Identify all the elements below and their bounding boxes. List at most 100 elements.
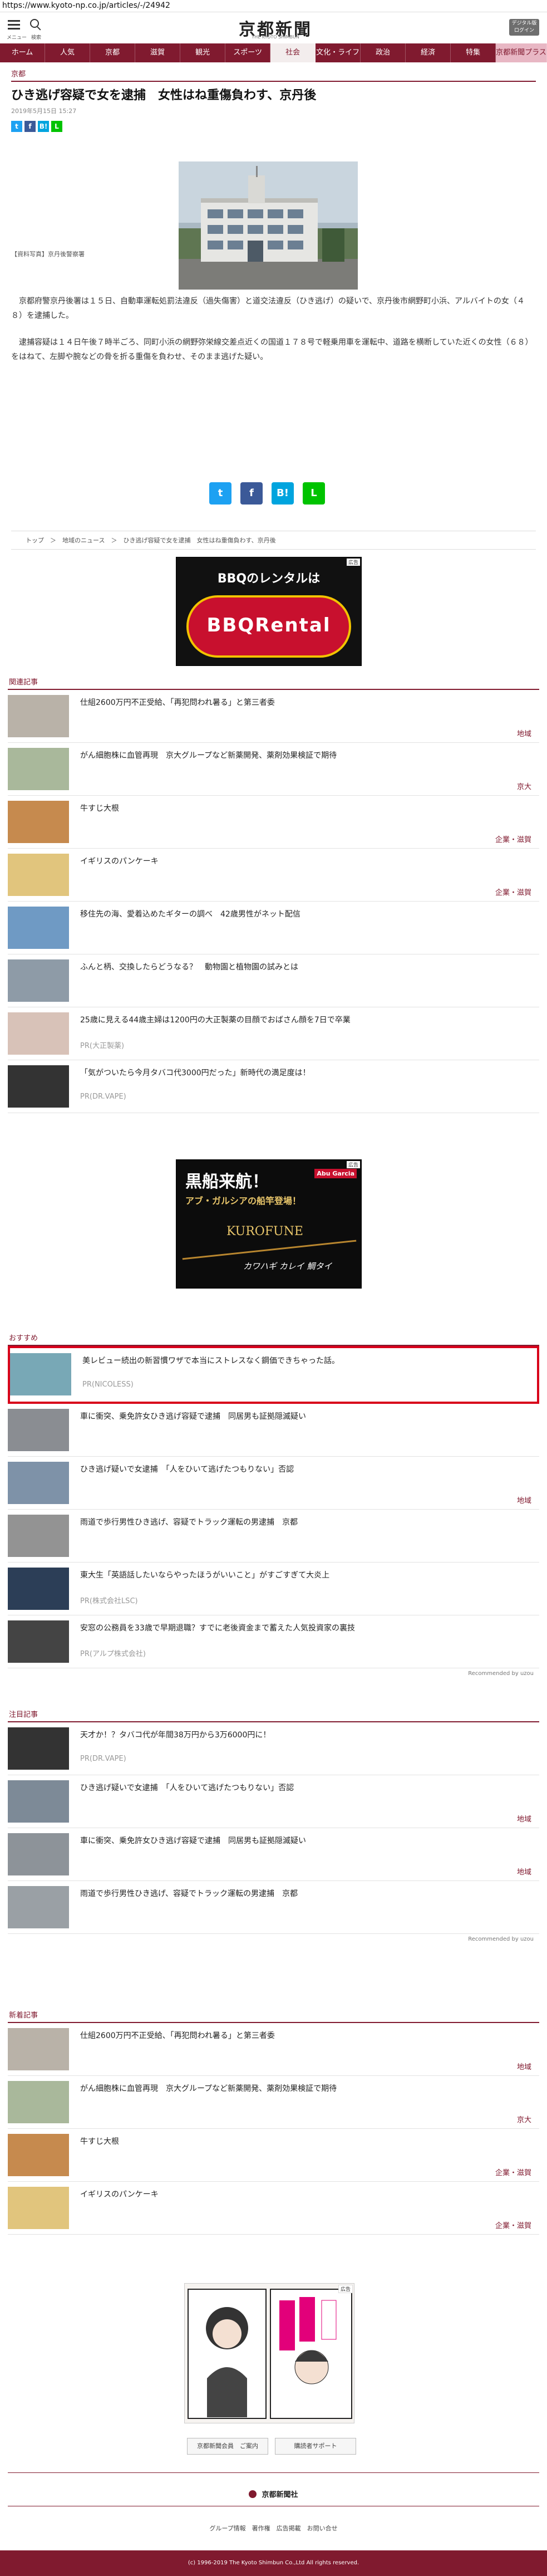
nav-item[interactable]: 社会 [270,43,316,62]
list-item-title[interactable]: 雨道で歩行男性ひき逃げ、容疑でトラック運転の男逮捕 京都 [80,1516,525,1529]
nav-item[interactable]: 経済 [406,43,451,62]
menu-label[interactable]: メニュー [7,33,27,41]
list-item-title[interactable]: 東大生「英語話したいならやったほうがいいこと」がすごすぎて大炎上 [80,1569,525,1581]
list-item-title[interactable]: 安窓の公務員を33歳で早期退職？すでに老後資金まで蓄えた人気投資家の裏技 [80,1622,525,1634]
hatena-share-button[interactable]: B! [272,482,294,505]
list-item-title[interactable]: 25歳に見える44歳主婦は1200円の大正製薬の目顔でおばさん顔を7日で卒業 [80,1014,525,1026]
list-item-category[interactable]: 企業・滋賀 [495,2167,531,2177]
list-item-category[interactable]: 地域 [517,728,531,738]
nav-item[interactable]: 京都新聞プラス [496,43,547,62]
list-item[interactable]: がん細胞株に血管再現 京大グループなど新薬開発、薬剤効果検証で期待京大 [8,2076,539,2129]
thumbnail-image[interactable] [8,1780,69,1823]
nav-item[interactable]: 観光 [180,43,226,62]
list-item[interactable]: がん細胞株に血管再現 京大グループなど新薬開発、薬剤効果検証で期待京大 [8,743,539,796]
thumbnail-image[interactable] [8,1886,69,1928]
list-item-title[interactable]: がん細胞株に血管再現 京大グループなど新薬開発、薬剤効果検証で期待 [80,2083,525,2095]
list-item-title[interactable]: ふんと柄、交換したらどうなる？ 動物園と植物園の試みとは [80,961,525,973]
list-item[interactable]: 「気がついたら今月タバコ代3000円だった」新時代の満足度は！ PR(DR.VAP… [8,1060,539,1113]
list-item-category[interactable]: 地域 [517,1813,531,1824]
twitter-share-button[interactable]: t [209,482,231,505]
list-item-category[interactable]: 地域 [517,1495,531,1505]
list-item-category[interactable]: 京大 [517,2114,531,2124]
nav-item[interactable]: 京都 [90,43,136,62]
ad-banner-bbq[interactable]: 広告 BBQのレンタルは BBQRental [176,557,362,666]
list-item-title[interactable]: イギリスのパンケーキ [80,855,525,868]
thumbnail-image[interactable] [8,1012,69,1055]
recommended-credit[interactable]: Recommended by uzou [8,1668,539,1679]
list-item[interactable]: 安窓の公務員を33歳で早期退職？すでに老後資金まで蓄えた人気投資家の裏技 PR(ア… [8,1615,539,1668]
list-item[interactable]: 25歳に見える44歳主婦は1200円の大正製薬の目顔でおばさん顔を7日で卒業 PR… [8,1007,539,1060]
thumbnail-image[interactable] [8,1409,69,1451]
thumbnail-image[interactable] [8,2081,69,2123]
line-share-button[interactable]: L [303,482,325,505]
list-item-title[interactable]: 「気がついたら今月タバコ代3000円だった」新時代の満足度は！ [80,1067,525,1079]
article-photo[interactable] [179,161,358,290]
menu-icon[interactable] [8,18,20,32]
list-item-category[interactable]: 地域 [517,1866,531,1877]
list-item-title[interactable]: 車に衝突、乗免許女ひき逃げ容疑で逮捕 同居男も証拠隠滅疑い [80,1835,525,1847]
list-item[interactable]: イギリスのパンケーキ企業・滋賀 [8,849,539,902]
list-item-title[interactable]: 移住先の海、愛着込めたギターの調べ 42歳男性がネット配信 [80,908,525,920]
list-item[interactable]: 美レビュー続出の新習慣ワザで本当にストレスなく鋼価できちゃった話。 PR(NICO… [8,1346,539,1404]
list-item-title[interactable]: 仕組2600万円不正受給、「再犯問われ暑る」と第三者委 [80,2030,525,2042]
thumbnail-image[interactable] [8,748,69,790]
hatena-share-button[interactable]: B! [38,121,49,132]
list-item[interactable]: 雨道で歩行男性ひき逃げ、容疑でトラック運転の男逮捕 京都 [8,1510,539,1563]
list-item[interactable]: 雨道で歩行男性ひき逃げ、容疑でトラック運転の男逮捕 京都 [8,1881,539,1934]
nav-item[interactable]: 人気 [45,43,91,62]
facebook-share-button[interactable]: f [24,121,36,132]
list-item-title[interactable]: ひき逃げ疑いで女逮捕 「人をひいて逃げたつもりない」否認 [80,1782,525,1794]
thumbnail-image[interactable] [8,1065,69,1108]
list-item-title[interactable]: 牛すじ大根 [80,2136,525,2148]
thumbnail-image[interactable] [8,801,69,843]
list-item-title[interactable]: 天才か！？タバコ代が年間38万円から3万6000円に！ [80,1729,525,1741]
list-item[interactable]: ふんと柄、交換したらどうなる？ 動物園と植物園の試みとは [8,954,539,1007]
list-item-title[interactable]: ひき逃げ疑いで女逮捕 「人をひいて逃げたつもりない」否認 [80,1463,525,1476]
digital-edition-button[interactable]: デジタル版 ログイン [509,19,539,36]
subscriber-support-button[interactable]: 購読者サポート [275,2438,356,2455]
list-item-category[interactable]: 企業・滋賀 [495,834,531,844]
list-item-category[interactable]: 企業・滋賀 [495,887,531,897]
list-item[interactable]: イギリスのパンケーキ企業・滋賀 [8,2182,539,2235]
list-item[interactable]: 牛すじ大根企業・滋賀 [8,2129,539,2182]
thumbnail-image[interactable] [8,2134,69,2176]
list-item[interactable]: 仕組2600万円不正受給、「再犯問われ暑る」と第三者委地域 [8,690,539,743]
thumbnail-image[interactable] [8,695,69,737]
nav-item[interactable]: ホーム [0,43,46,62]
thumbnail-image[interactable] [8,854,69,896]
line-share-button[interactable]: L [51,121,62,132]
thumbnail-image[interactable] [8,2187,69,2229]
list-item-title[interactable]: 仕組2600万円不正受給、「再犯問われ暑る」と第三者委 [80,697,525,709]
article-category[interactable]: 京都 [11,68,536,82]
thumbnail-image[interactable] [8,1727,69,1770]
attention-credit[interactable]: Recommended by uzou [8,1934,539,1945]
search-label[interactable]: 検索 [31,33,41,41]
list-item-title[interactable]: 雨道で歩行男性ひき逃げ、容疑でトラック運転の男逮捕 京都 [80,1888,525,1900]
list-item-title[interactable]: 牛すじ大根 [80,802,525,815]
list-item[interactable]: 東大生「英語話したいならやったほうがいいこと」がすごすぎて大炎上 PR(株式会社L… [8,1563,539,1615]
list-item-category[interactable]: 京大 [517,781,531,791]
breadcrumb[interactable]: トップ ＞ 地域のニュース ＞ ひき逃げ容疑で女を逮捕 女性はね重傷負わす、京丹… [11,531,536,550]
thumbnail-image[interactable] [8,1462,69,1504]
list-item[interactable]: 車に衝突、乗免許女ひき逃げ容疑で逮捕 同居男も証拠隠滅疑い [8,1404,539,1457]
thumbnail-image[interactable] [8,1620,69,1663]
list-item[interactable]: ひき逃げ疑いで女逮捕 「人をひいて逃げたつもりない」否認地域 [8,1775,539,1828]
list-item-category[interactable]: 企業・滋賀 [495,2220,531,2230]
thumbnail-image[interactable] [8,907,69,949]
thumbnail-image[interactable] [8,959,69,1002]
footer-links[interactable]: グループ情報 著作権 広告掲載 お問い合せ [0,2524,547,2533]
list-item-title[interactable]: イギリスのパンケーキ [80,2188,525,2201]
company-logo[interactable]: 京都新聞社 [262,2491,298,2499]
list-item-title[interactable]: 美レビュー続出の新習慣ワザで本当にストレスなく鋼価できちゃった話。 [82,1355,528,1367]
nav-item[interactable]: 政治 [361,43,406,62]
list-item-category[interactable]: 地域 [517,2061,531,2071]
nav-item[interactable]: 滋賀 [135,43,181,62]
nav-item[interactable]: 文化・ライフ [316,43,361,62]
member-info-button[interactable]: 京都新聞会員 ご案内 [187,2438,268,2455]
list-item-title[interactable]: がん細胞株に血管再現 京大グループなど新薬開発、薬剤効果検証で期待 [80,750,525,762]
list-item-title[interactable]: 車に衝突、乗免許女ひき逃げ容疑で逮捕 同居男も証拠隠滅疑い [80,1411,525,1423]
thumbnail-image[interactable] [8,1833,69,1875]
nav-item[interactable]: スポーツ [225,43,271,62]
ad-banner-manga[interactable]: 広告 [184,2283,354,2423]
facebook-share-button[interactable]: f [240,482,263,505]
